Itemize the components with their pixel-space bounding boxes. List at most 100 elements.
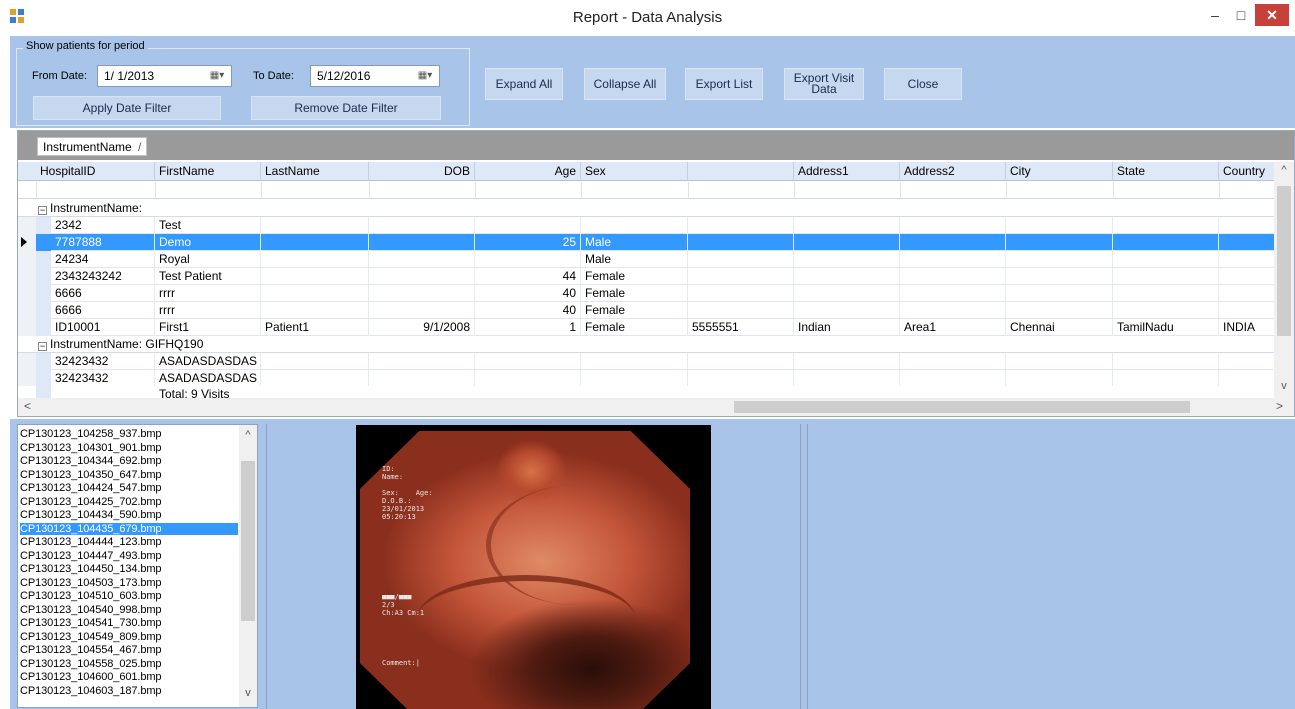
table-cell[interactable] (581, 370, 688, 387)
table-cell[interactable] (1006, 268, 1113, 285)
table-cell[interactable]: 40 (475, 285, 581, 302)
filter-row[interactable] (18, 182, 1274, 199)
table-cell[interactable]: Male (581, 234, 688, 251)
table-cell[interactable] (261, 234, 369, 251)
table-cell[interactable]: 32423432 (51, 353, 155, 370)
table-cell[interactable] (1006, 353, 1113, 370)
remove-date-filter-button[interactable]: Remove Date Filter (251, 96, 441, 120)
column-header[interactable]: Address2 (900, 162, 1006, 181)
table-cell[interactable]: 24234 (51, 251, 155, 268)
table-cell[interactable] (900, 285, 1006, 302)
list-item[interactable]: CP130123_104425_702.bmp (20, 496, 238, 508)
table-cell[interactable] (900, 302, 1006, 319)
table-cell[interactable] (1113, 370, 1219, 387)
table-cell[interactable]: Female (581, 319, 688, 336)
scroll-right-icon[interactable]: > (1276, 399, 1283, 413)
table-cell[interactable] (369, 353, 475, 370)
table-cell[interactable]: 6666 (51, 285, 155, 302)
calendar-dropdown-icon[interactable]: ▦▾ (206, 68, 228, 84)
table-cell[interactable] (475, 217, 581, 234)
table-cell[interactable]: Male (581, 251, 688, 268)
maximize-button[interactable]: □ (1228, 4, 1254, 26)
table-cell[interactable] (261, 251, 369, 268)
file-list-scrollbar[interactable]: ^ v (239, 425, 257, 707)
minimize-button[interactable]: – (1202, 4, 1228, 26)
to-date-picker[interactable]: 5/12/2016 ▦▾ (310, 65, 440, 87)
list-item[interactable]: CP130123_104434_590.bmp (20, 509, 238, 521)
table-cell[interactable]: 7787888 (51, 234, 155, 251)
table-cell[interactable]: 40 (475, 302, 581, 319)
row-selector[interactable] (18, 234, 36, 251)
table-cell[interactable] (1113, 217, 1219, 234)
table-cell[interactable]: 1 (475, 319, 581, 336)
table-cell[interactable] (794, 217, 900, 234)
table-cell[interactable]: Royal (155, 251, 261, 268)
table-cell[interactable] (1006, 217, 1113, 234)
table-cell[interactable] (900, 251, 1006, 268)
expand-all-button[interactable]: Expand All (485, 68, 563, 100)
table-row[interactable]: 2342 Test (18, 217, 1275, 234)
table-cell[interactable] (1219, 302, 1275, 319)
table-cell[interactable] (794, 251, 900, 268)
table-cell[interactable] (1219, 285, 1275, 302)
table-cell[interactable] (1006, 234, 1113, 251)
table-row[interactable]: 24234 Royal Male (18, 251, 1275, 268)
table-cell[interactable]: TamilNadu (1113, 319, 1219, 336)
list-item[interactable]: CP130123_104600_601.bmp (20, 671, 238, 683)
column-header[interactable] (688, 162, 794, 181)
table-cell[interactable] (1219, 234, 1275, 251)
table-cell[interactable]: 6666 (51, 302, 155, 319)
table-cell[interactable] (261, 285, 369, 302)
table-cell[interactable] (1113, 302, 1219, 319)
collapse-all-button[interactable]: Collapse All (584, 68, 666, 100)
row-selector[interactable] (18, 353, 36, 370)
table-cell[interactable]: ID10001 (51, 319, 155, 336)
column-header[interactable]: State (1113, 162, 1219, 181)
table-cell[interactable] (1219, 353, 1275, 370)
scroll-down-icon[interactable]: v (1274, 380, 1294, 392)
table-cell[interactable] (369, 285, 475, 302)
table-cell[interactable] (1006, 302, 1113, 319)
table-row[interactable]: 2343243242 Test Patient 44 Female (18, 268, 1275, 285)
table-cell[interactable]: 25 (475, 234, 581, 251)
table-cell[interactable] (688, 251, 794, 268)
list-item[interactable]: CP130123_104350_647.bmp (20, 469, 238, 481)
table-cell[interactable] (261, 268, 369, 285)
scroll-thumb[interactable] (1277, 186, 1291, 336)
table-cell[interactable] (1219, 370, 1275, 387)
scroll-up-icon[interactable]: ^ (1274, 164, 1294, 176)
table-cell[interactable] (1006, 370, 1113, 387)
table-cell[interactable] (1113, 268, 1219, 285)
table-cell[interactable] (261, 353, 369, 370)
list-item[interactable]: CP130123_104447_493.bmp (20, 550, 238, 562)
close-window-button[interactable]: ✕ (1255, 4, 1289, 26)
table-cell[interactable]: ASADASDASDAS (155, 353, 261, 370)
column-header[interactable]: Country (1219, 162, 1275, 181)
list-item[interactable]: CP130123_104540_998.bmp (20, 604, 238, 616)
table-cell[interactable] (794, 268, 900, 285)
export-visit-data-button[interactable]: Export Visit Data (784, 68, 864, 100)
table-cell[interactable]: Area1 (900, 319, 1006, 336)
table-cell[interactable] (1113, 251, 1219, 268)
scroll-down-icon[interactable]: v (239, 687, 257, 699)
table-cell[interactable] (581, 353, 688, 370)
table-cell[interactable] (794, 285, 900, 302)
table-cell[interactable] (794, 302, 900, 319)
table-cell[interactable] (794, 234, 900, 251)
table-cell[interactable] (369, 251, 475, 268)
table-cell[interactable]: 44 (475, 268, 581, 285)
list-item[interactable]: CP130123_104344_692.bmp (20, 455, 238, 467)
table-row[interactable]: ID10001 First1 Patient1 9/1/2008 1 Female 5555… (18, 319, 1275, 336)
table-row[interactable]: 32423432 ASADASDASDAS (18, 353, 1275, 370)
table-cell[interactable] (369, 302, 475, 319)
table-cell[interactable] (1006, 285, 1113, 302)
table-cell[interactable]: rrrr (155, 302, 261, 319)
table-cell[interactable]: 2343243242 (51, 268, 155, 285)
table-cell[interactable] (688, 285, 794, 302)
table-cell[interactable]: Patient1 (261, 319, 369, 336)
table-cell[interactable] (581, 217, 688, 234)
table-cell[interactable] (1219, 217, 1275, 234)
table-cell[interactable] (688, 217, 794, 234)
table-row[interactable]: 32423432 ASADASDASDAS (18, 370, 1275, 387)
table-cell[interactable]: Chennai (1006, 319, 1113, 336)
